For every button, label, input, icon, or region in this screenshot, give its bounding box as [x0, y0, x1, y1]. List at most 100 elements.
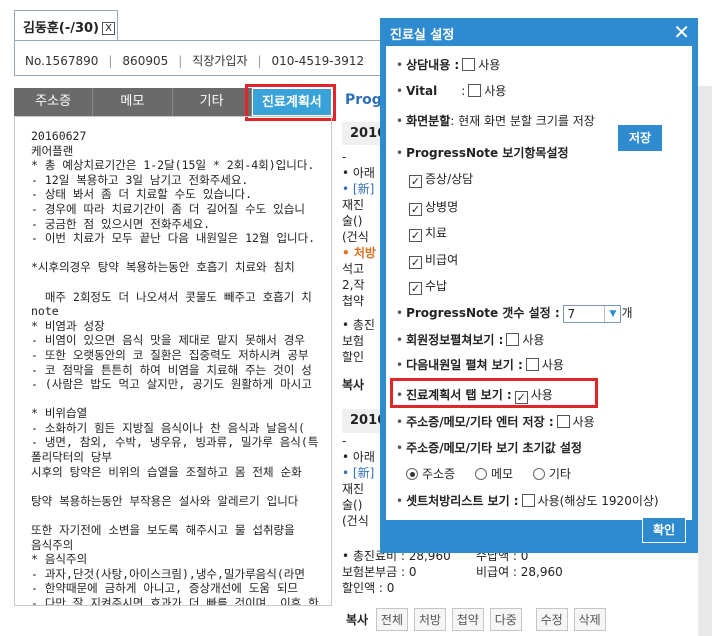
radio-label: 주소증 [422, 467, 456, 481]
next-visit-checkbox[interactable] [525, 358, 539, 371]
dialog-title: 진료실 설정 [390, 28, 455, 43]
progress-item: ✓ 수납 [406, 277, 447, 295]
note-line: • [新] [342, 182, 375, 196]
note-line: 2,작 [342, 278, 365, 292]
note-line: • [新] [342, 466, 375, 480]
noncovered-checkbox[interactable]: ✓ [409, 256, 422, 269]
enter-save-checkbox[interactable] [556, 415, 570, 428]
prescription-label: • 처방 [342, 246, 376, 260]
radio-memo[interactable] [474, 468, 487, 480]
patient-phone: 010-4519-3912 [271, 54, 365, 68]
progress-items-label: ProgressNote 보기항목설정 [406, 146, 569, 160]
all-button[interactable]: 전체 [375, 608, 409, 631]
patient-code: 860905 [122, 54, 169, 68]
copy-label[interactable]: 복사 [342, 377, 382, 393]
tab-etc[interactable]: 기타 [173, 88, 252, 116]
symptom-checkbox[interactable]: ✓ [409, 175, 422, 188]
use-label: 사용 [530, 388, 553, 402]
count-select[interactable]: 7 ▼ [563, 304, 622, 323]
note-line: 술() [342, 214, 363, 228]
initial-view-radios: 주소증 메모 기타 [406, 465, 571, 482]
copy-text: 복사 [346, 613, 369, 627]
note-line: (건식 [342, 514, 369, 528]
setting-progress-items: • ProgressNote 보기항목설정 [396, 146, 569, 160]
plan-tab-checkbox[interactable]: ✓ [514, 391, 528, 404]
note-line: 할인 [342, 350, 365, 364]
multi-button[interactable]: 다중 [489, 608, 522, 631]
progress-item-label: 비급여 [425, 253, 459, 267]
discount-amount: 할인액 : 0 [342, 581, 395, 595]
note-line: 첩약 [342, 294, 365, 308]
count-unit: 개 [621, 306, 633, 320]
progress-item-label: 증상/상담 [425, 172, 474, 186]
note-line: 술() [342, 498, 363, 512]
patient-tab[interactable]: 김동훈(-/30) X [14, 10, 118, 40]
vital-label: Vital [406, 84, 438, 98]
progress-item-label: 치료 [425, 226, 448, 240]
insurance-type: 직장가입자 [192, 54, 248, 68]
dialog-close-icon[interactable]: ✕ [673, 20, 690, 44]
fold-label: 회원정보펼쳐보기 : [406, 333, 504, 347]
tab-memo[interactable]: 메모 [93, 88, 173, 116]
enter-save-label: 주소증/메모/기타 엔터 저장 : [406, 415, 554, 429]
dialog-title-bar: 진료실 설정 ✕ [380, 18, 698, 46]
payment-checkbox[interactable]: ✓ [409, 282, 422, 295]
consult-label: 상담내용 : [406, 58, 460, 72]
setting-set-list: • 셋트처방리스트 보기 : 사용(해상도 1920이상) [396, 494, 659, 508]
tab-chief-complaint[interactable]: 주소증 [14, 88, 94, 116]
treatment-plan-text[interactable]: 20160627 케어플랜 * 총 예상치료기간은 1-2달(15일 * 2회-… [14, 116, 332, 606]
note-line: • 아래 [342, 166, 375, 180]
note-line: - [342, 434, 347, 448]
radio-label: 기타 [548, 467, 571, 481]
setting-plan-tab: • 진료계획서 탭 보기 : ✓ 사용 [390, 378, 598, 408]
radio-chief-complaint[interactable] [406, 468, 418, 480]
use-label: 사용 [572, 415, 595, 429]
vital-checkbox[interactable] [468, 84, 482, 97]
set-list-checkbox[interactable] [521, 494, 535, 507]
patient-info-bar: No.1567890 | 860905 | 직장가입자 | 010-4519-3912 [14, 40, 434, 76]
right-scrollbar[interactable] [698, 86, 712, 636]
edit-button[interactable]: 수정 [535, 608, 568, 631]
treatment-plan-content: 20160627 케어플랜 * 총 예상치료기간은 1-2달(15일 * 2회-… [31, 129, 319, 606]
progress-item: ✓ 비급여 [406, 251, 458, 269]
treatment-checkbox[interactable]: ✓ [409, 229, 422, 242]
note-line: 재진 [342, 198, 365, 212]
visit-date-2: 2016 [342, 409, 386, 433]
fold-checkbox[interactable] [506, 333, 520, 346]
use-label: 사용 [484, 84, 507, 98]
note-line: • 아래 [342, 450, 375, 464]
patient-name: 김동훈(-/30) [23, 21, 99, 36]
dialog-body: • 상담내용 : 사용 • Vital: 사용 • 화면분할: 현재 화면 분할 크기를 … [386, 46, 692, 520]
initial-view-label: 주소증/메모/기타 보기 초기값 설정 [406, 441, 582, 455]
note-line: - [342, 150, 347, 164]
disease-checkbox[interactable]: ✓ [409, 203, 422, 216]
setting-consult: • 상담내용 : 사용 [396, 58, 501, 72]
note-line: 재진 [342, 482, 365, 496]
split-text: : 현재 화면 분할 크기를 저장 [450, 114, 595, 128]
close-icon[interactable]: X [102, 22, 115, 35]
delete-button[interactable]: 삭제 [573, 608, 606, 631]
prescription-button[interactable]: 처방 [413, 608, 446, 631]
radio-etc[interactable] [532, 468, 545, 480]
chart-number: No.1567890 [25, 54, 99, 68]
note-line: 보험 [342, 334, 365, 348]
progress-item: ✓ 증상/상담 [406, 170, 473, 188]
radio-label: 메모 [490, 467, 514, 481]
save-button[interactable]: 저장 [618, 125, 662, 151]
use-label: 사용 [478, 58, 501, 72]
count-label: ProgressNote 갯수 설정 : [406, 306, 560, 320]
set-list-text: 사용(해상도 1920이상) [537, 494, 659, 508]
confirm-button[interactable]: 확인 [642, 517, 686, 543]
setting-member-fold: • 회원정보펼쳐보기 : 사용 [396, 333, 545, 347]
note-toolbar: 복사 전체 처방 첩약 다중 수정 삭제 [346, 608, 608, 631]
consult-checkbox[interactable] [462, 58, 476, 71]
progress-item: ✓ 치료 [406, 224, 447, 242]
progress-item: ✓ 상병명 [406, 198, 458, 216]
progress-item-label: 수납 [425, 279, 448, 293]
count-value: 7 [567, 306, 576, 321]
visit-date-1: 2016 [342, 122, 386, 145]
split-label: 화면분할 [406, 114, 451, 128]
herbal-button[interactable]: 첩약 [451, 608, 484, 631]
plan-tab-label: 진료계획서 탭 보기 : [406, 388, 512, 402]
chevron-down-icon: ▼ [604, 305, 620, 322]
